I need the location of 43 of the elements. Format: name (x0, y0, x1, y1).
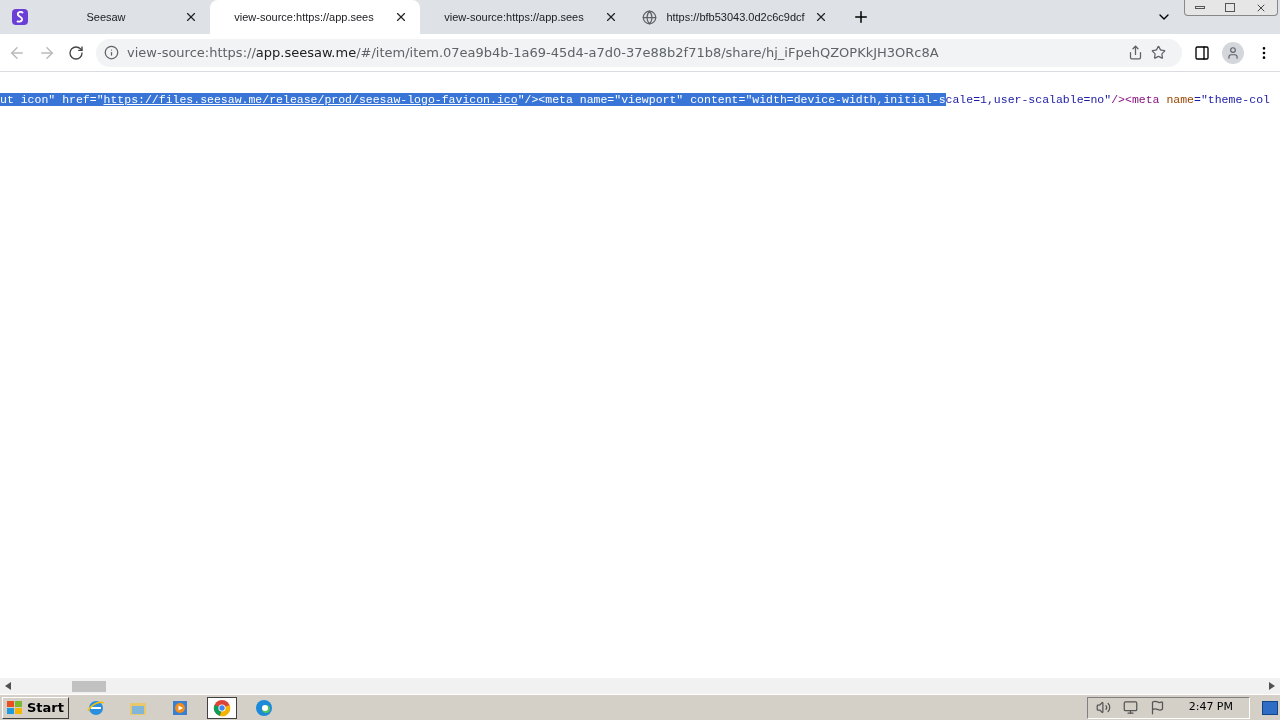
tab-title: Seesaw (86, 9, 126, 25)
source-line: ut icon" href="https://files.seesaw.me/release/prod/seesaw-logo-favicon.ico"/><meta name="viewport" content="width=device-width,initial-scale=1,user-scalable=no"/><meta name="theme-col (0, 93, 1271, 107)
browser-icon (87, 698, 105, 717)
url-text: view-source:https://app.seesaw.me/#/item/item.07ea9b4b-1a69-45d4-a7d0-37e88b2f71b8/share/hj_iFpehQZOPKkJH3ORc8A (127, 43, 940, 62)
edge-icon (255, 698, 273, 717)
tab-title: view-source:https://app.sees (444, 9, 584, 25)
side-panel-icon[interactable] (1194, 44, 1210, 61)
browser-tab[interactable]: view-source:https://app.sees (210, 0, 420, 34)
start-button[interactable]: Start (2, 696, 69, 719)
window-controls[interactable] (1184, 0, 1278, 16)
horizontal-scrollbar[interactable] (0, 678, 1280, 694)
address-bar[interactable]: view-source:https://app.seesaw.me/#/item/item.07ea9b4b-1a69-45d4-a7d0-37e88b2f71b8/share/hj_iFpehQZOPKkJH3ORc8A (96, 38, 1182, 67)
browser-tab[interactable]: view-source:https://app.sees (420, 0, 630, 34)
close-icon[interactable] (814, 10, 828, 24)
chrome-icon (213, 698, 231, 717)
browser-tab[interactable]: https://bfb53043.0d2c6c9dcf (630, 0, 840, 34)
media-player-icon (172, 699, 188, 716)
bookmark-icon[interactable] (1151, 45, 1166, 60)
scroll-right-icon[interactable] (1269, 682, 1275, 690)
clock: 2:47 PM (1188, 699, 1233, 716)
close-icon[interactable] (394, 10, 408, 24)
network-icon[interactable] (1122, 700, 1138, 715)
volume-icon[interactable] (1095, 700, 1111, 715)
tab-title: view-source:https://app.sees (234, 9, 374, 25)
flag-icon[interactable] (1149, 700, 1165, 715)
reload-icon[interactable] (68, 44, 84, 61)
tab-title: https://bfb53043.0d2c6c9dcf (666, 9, 805, 25)
browser-tab[interactable]: Seesaw (0, 0, 210, 34)
info-icon[interactable] (104, 45, 119, 60)
restore-icon[interactable] (1225, 3, 1235, 12)
close-icon[interactable] (604, 10, 618, 24)
share-icon[interactable] (1128, 45, 1143, 60)
new-tab-icon[interactable] (852, 8, 870, 26)
scroll-left-icon[interactable] (5, 682, 11, 690)
windows-logo-icon (7, 700, 23, 715)
globe-icon (642, 9, 657, 25)
taskbar-app[interactable] (207, 696, 237, 719)
show-desktop-icon[interactable] (1262, 700, 1278, 715)
minimize-icon[interactable] (1195, 6, 1205, 9)
profile-icon[interactable] (1222, 41, 1244, 64)
scroll-thumb[interactable] (72, 680, 106, 692)
close-icon[interactable] (184, 10, 198, 24)
app-logo-icon (12, 9, 28, 25)
